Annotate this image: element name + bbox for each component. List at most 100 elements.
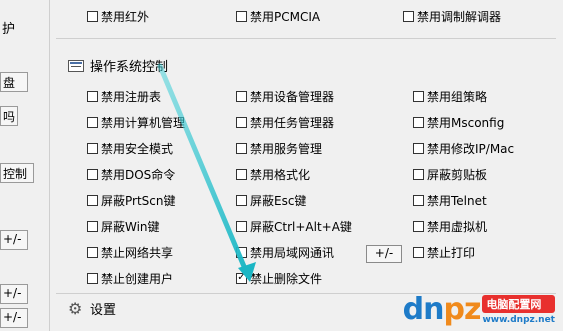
checkbox-box[interactable] <box>413 116 424 128</box>
checkbox-label: 禁用注册表 <box>101 89 162 104</box>
checkbox-block-win[interactable]: 屏蔽Win键 <box>87 218 160 234</box>
checkbox-label: 屏蔽剪贴板 <box>427 167 488 182</box>
checkbox-label: 禁用Msconfig <box>427 115 505 130</box>
checkbox-label: 禁用虚拟机 <box>427 219 488 234</box>
checkbox-box[interactable] <box>236 10 247 22</box>
checkbox-box[interactable] <box>236 168 247 180</box>
control-panel-icon <box>68 59 84 72</box>
checkbox-block-prtscn[interactable]: 屏蔽PrtScn键 <box>87 192 176 208</box>
watermark-url: www.dnpz.net <box>482 315 555 325</box>
checkbox-disable-pcmcia[interactable]: 禁用PCMCIA <box>236 8 320 24</box>
checkbox-box[interactable] <box>413 168 424 180</box>
checkbox-box[interactable] <box>236 142 247 154</box>
checkbox-disable-network-share[interactable]: 禁止网络共享 <box>87 244 173 260</box>
checkbox-box[interactable] <box>87 168 98 180</box>
checkbox-label: 禁止打印 <box>427 245 476 260</box>
checkbox-box[interactable] <box>87 90 98 102</box>
checkbox-disable-modem[interactable]: 禁用调制解调器 <box>403 8 501 24</box>
checkbox-box[interactable] <box>413 142 424 154</box>
left-panel: 护 盘 吗 控制 +/- +/- +/- <box>0 0 48 331</box>
checkbox-disable-print[interactable]: 禁止打印 <box>413 244 475 260</box>
left-label-hu: 护 <box>2 22 16 37</box>
left-button-ma[interactable]: 吗 <box>0 106 18 126</box>
watermark-logo-part: pz <box>443 292 482 327</box>
checkbox-box[interactable] <box>87 10 98 22</box>
watermark-tag-group: 电脑配置网 www.dnpz.net <box>482 295 555 325</box>
os-control-title: 操作系统控制 <box>90 60 169 75</box>
checkbox-label: 禁用PCMCIA <box>250 9 321 24</box>
checkbox-disable-computer-management[interactable]: 禁用计算机管理 <box>87 114 185 130</box>
gear-icon: ⚙ <box>68 298 83 318</box>
plus-minus-button[interactable]: +/- <box>366 245 402 263</box>
checkbox-label: 禁用红外 <box>101 9 150 24</box>
checkbox-label: 禁用调制解调器 <box>417 9 502 24</box>
checkbox-label: 禁止删除文件 <box>250 271 323 286</box>
checkbox-label: 禁用组策略 <box>427 89 488 104</box>
checkbox-label: 禁用局域网通讯 <box>250 245 335 260</box>
left-control-button[interactable]: 控制 <box>0 163 34 183</box>
checkbox-label: 禁止网络共享 <box>101 245 174 260</box>
checkbox-label: 禁用Telnet <box>427 193 487 208</box>
checkbox-box[interactable] <box>87 220 98 232</box>
checkbox-disable-msconfig[interactable]: 禁用Msconfig <box>413 114 504 130</box>
section-divider <box>56 293 556 294</box>
checkbox-box[interactable] <box>236 246 247 258</box>
checkbox-block-ctrl-alt-a[interactable]: 屏蔽Ctrl+Alt+A键 <box>236 218 352 234</box>
left-plusminus-button-1[interactable]: +/- <box>0 230 28 250</box>
checkbox-box[interactable] <box>87 142 98 154</box>
checkbox-box[interactable] <box>87 116 98 128</box>
checkbox-disable-modify-ip-mac[interactable]: 禁用修改IP/Mac <box>413 140 514 156</box>
left-plusminus-button-3[interactable]: +/- <box>0 308 28 328</box>
checkbox-disable-lan[interactable]: 禁用局域网通讯 <box>236 244 334 260</box>
watermark-tag: 电脑配置网 <box>482 295 555 313</box>
checkbox-label: 禁用格式化 <box>250 167 311 182</box>
checkbox-label: 禁用DOS命令 <box>101 167 176 182</box>
checkbox-box[interactable] <box>87 194 98 206</box>
left-divider <box>49 0 50 331</box>
checkbox-box[interactable] <box>87 246 98 258</box>
os-control-header: 操作系统控制 <box>68 56 168 75</box>
checkbox-box[interactable] <box>413 220 424 232</box>
left-disk-button[interactable]: 盘 <box>0 72 28 92</box>
checkbox-label: 屏蔽Esc键 <box>250 193 307 208</box>
checkbox-disable-registry[interactable]: 禁用注册表 <box>87 88 161 104</box>
checkbox-label: 屏蔽Ctrl+Alt+A键 <box>250 219 352 234</box>
settings-header[interactable]: ⚙ 设置 <box>68 299 116 318</box>
checkbox-label: 禁用服务管理 <box>250 141 323 156</box>
checkbox-disable-infrared[interactable]: 禁用红外 <box>87 8 149 24</box>
checkbox-box[interactable] <box>87 272 98 284</box>
checkbox-block-clipboard[interactable]: 屏蔽剪贴板 <box>413 166 487 182</box>
checkbox-disable-create-user[interactable]: 禁止创建用户 <box>87 270 173 286</box>
checkbox-disable-dos[interactable]: 禁用DOS命令 <box>87 166 175 182</box>
checkbox-label: 屏蔽PrtScn键 <box>101 193 176 208</box>
section-divider <box>56 38 556 39</box>
checkbox-disable-delete-files[interactable]: ✓ 禁止删除文件 <box>236 270 322 286</box>
checkbox-label: 禁用设备管理器 <box>250 89 335 104</box>
checkbox-label: 禁用修改IP/Mac <box>427 141 515 156</box>
checkbox-box-checked[interactable]: ✓ <box>236 272 247 284</box>
checkbox-label: 屏蔽Win键 <box>101 219 160 234</box>
checkbox-box[interactable] <box>236 90 247 102</box>
checkbox-disable-safe-mode[interactable]: 禁用安全模式 <box>87 140 173 156</box>
checkbox-disable-vm[interactable]: 禁用虚拟机 <box>413 218 487 234</box>
checkbox-disable-format[interactable]: 禁用格式化 <box>236 166 310 182</box>
checkbox-box[interactable] <box>413 246 424 258</box>
checkbox-disable-device-manager[interactable]: 禁用设备管理器 <box>236 88 334 104</box>
checkbox-box[interactable] <box>236 220 247 232</box>
left-plusminus-button-2[interactable]: +/- <box>0 284 28 304</box>
checkbox-label: 禁用安全模式 <box>101 141 174 156</box>
checkbox-disable-telnet[interactable]: 禁用Telnet <box>413 192 487 208</box>
checkbox-box[interactable] <box>403 10 414 22</box>
checkbox-box[interactable] <box>236 194 247 206</box>
checkbox-box[interactable] <box>413 194 424 206</box>
checkbox-disable-group-policy[interactable]: 禁用组策略 <box>413 88 487 104</box>
checkbox-disable-services[interactable]: 禁用服务管理 <box>236 140 322 156</box>
checkbox-box[interactable] <box>413 90 424 102</box>
checkbox-disable-task-manager[interactable]: 禁用任务管理器 <box>236 114 334 130</box>
watermark-logo: dnpz <box>403 292 482 327</box>
checkbox-label: 禁止创建用户 <box>101 271 174 286</box>
checkbox-label: 禁用任务管理器 <box>250 115 335 130</box>
checkbox-block-esc[interactable]: 屏蔽Esc键 <box>236 192 306 208</box>
checkbox-box[interactable] <box>236 116 247 128</box>
settings-title: 设置 <box>90 303 117 318</box>
